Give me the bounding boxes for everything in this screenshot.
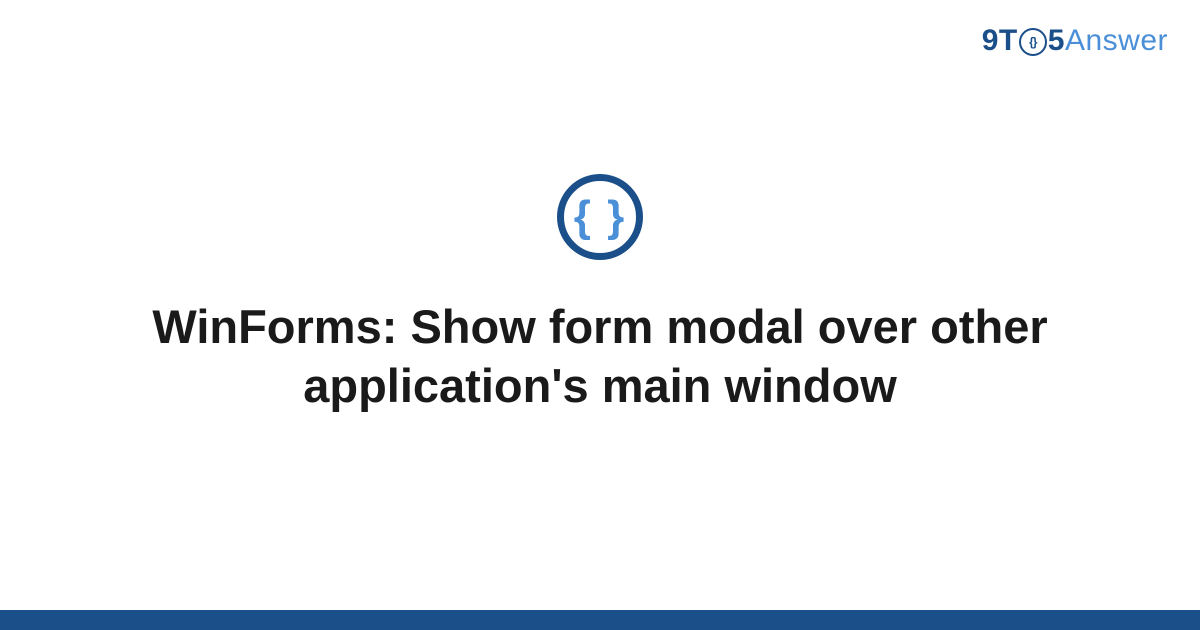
- code-braces-icon: { }: [574, 192, 626, 242]
- topic-icon-circle: { }: [557, 174, 643, 260]
- main-content: { } WinForms: Show form modal over other…: [0, 0, 1200, 630]
- page-title: WinForms: Show form modal over other app…: [110, 298, 1090, 416]
- footer-accent-bar: [0, 610, 1200, 630]
